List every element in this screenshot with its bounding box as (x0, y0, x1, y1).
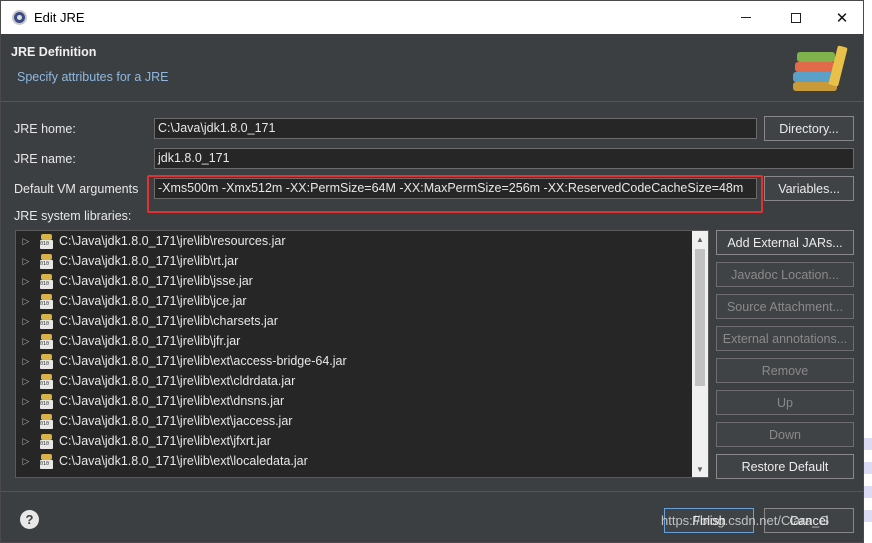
jar-icon (40, 353, 53, 369)
libraries-tree[interactable]: ▷ C:\Java\jdk1.8.0_171\jre\lib\resources.… (15, 230, 709, 478)
expand-chevron-icon[interactable]: ▷ (16, 336, 36, 347)
jar-icon (40, 413, 53, 429)
header-title: JRE Definition (11, 45, 97, 59)
jre-home-label: JRE home: (14, 122, 76, 136)
down-button[interactable]: Down (716, 422, 854, 447)
up-button[interactable]: Up (716, 390, 854, 415)
library-path: C:\Java\jdk1.8.0_171\jre\lib\jce.jar (59, 294, 247, 308)
expand-chevron-icon[interactable]: ▷ (16, 316, 36, 327)
library-books-icon (793, 45, 848, 91)
external-annotations-button[interactable]: External annotations... (716, 326, 854, 351)
library-path: C:\Java\jdk1.8.0_171\jre\lib\jfr.jar (59, 334, 241, 348)
window-title: Edit JRE (34, 10, 85, 25)
title-bar[interactable]: Edit JRE ✕ (1, 1, 863, 34)
expand-chevron-icon[interactable]: ▷ (16, 436, 36, 447)
red-highlight-box (147, 175, 763, 213)
help-icon[interactable]: ? (20, 510, 39, 529)
library-row[interactable]: ▷ C:\Java\jdk1.8.0_171\jre\lib\rt.jar (16, 251, 692, 271)
expand-chevron-icon[interactable]: ▷ (16, 276, 36, 287)
jar-icon (40, 253, 53, 269)
library-path: C:\Java\jdk1.8.0_171\jre\lib\ext\access-… (59, 354, 347, 368)
library-path: C:\Java\jdk1.8.0_171\jre\lib\ext\jaccess… (59, 414, 293, 428)
expand-chevron-icon[interactable]: ▷ (16, 456, 36, 467)
system-libraries-label: JRE system libraries: (14, 209, 132, 223)
watermark-text: https://blog.csdn.net/Clara_G (661, 513, 830, 528)
footer-divider (1, 491, 863, 492)
library-row[interactable]: ▷ C:\Java\jdk1.8.0_171\jre\lib\jfr.jar (16, 331, 692, 351)
background-window-edge (864, 0, 872, 543)
minimize-button[interactable] (723, 1, 769, 34)
header-subtitle: Specify attributes for a JRE (17, 70, 169, 84)
source-attachment-button[interactable]: Source Attachment... (716, 294, 854, 319)
remove-button[interactable]: Remove (716, 358, 854, 383)
vm-arguments-label: Default VM arguments (14, 182, 139, 196)
restore-default-button[interactable]: Restore Default (716, 454, 854, 479)
library-row[interactable]: ▷ C:\Java\jdk1.8.0_171\jre\lib\jsse.jar (16, 271, 692, 291)
scroll-up-icon[interactable]: ▲ (692, 231, 708, 247)
jre-name-field[interactable]: jdk1.8.0_171 (154, 148, 854, 169)
variables-button[interactable]: Variables... (764, 176, 854, 201)
library-path: C:\Java\jdk1.8.0_171\jre\lib\resources.j… (59, 234, 286, 248)
library-row[interactable]: ▷ C:\Java\jdk1.8.0_171\jre\lib\resources.… (16, 231, 692, 251)
expand-chevron-icon[interactable]: ▷ (16, 416, 36, 427)
expand-chevron-icon[interactable]: ▷ (16, 236, 36, 247)
library-path: C:\Java\jdk1.8.0_171\jre\lib\ext\cldrdat… (59, 374, 296, 388)
background-stripe (864, 486, 872, 498)
jar-icon (40, 433, 53, 449)
vertical-scrollbar[interactable]: ▲ ▼ (692, 231, 708, 477)
minimize-icon (741, 17, 751, 18)
maximize-button[interactable] (773, 1, 819, 34)
maximize-icon (791, 12, 801, 23)
jre-home-field[interactable]: C:\Java\jdk1.8.0_171 (154, 118, 757, 139)
library-row[interactable]: ▷ C:\Java\jdk1.8.0_171\jre\lib\ext\dnsns.… (16, 391, 692, 411)
background-stripe (864, 462, 872, 474)
jar-icon (40, 393, 53, 409)
library-row[interactable]: ▷ C:\Java\jdk1.8.0_171\jre\lib\ext\jfxrt.… (16, 431, 692, 451)
library-path: C:\Java\jdk1.8.0_171\jre\lib\ext\dnsns.j… (59, 394, 285, 408)
library-row[interactable]: ▷ C:\Java\jdk1.8.0_171\jre\lib\ext\locale… (16, 451, 692, 471)
close-button[interactable]: ✕ (819, 1, 865, 34)
jar-icon (40, 373, 53, 389)
jar-icon (40, 273, 53, 289)
background-stripe (864, 510, 872, 522)
scroll-down-icon[interactable]: ▼ (692, 461, 708, 477)
add-external-jars-button[interactable]: Add External JARs... (716, 230, 854, 255)
library-row[interactable]: ▷ C:\Java\jdk1.8.0_171\jre\lib\ext\cldrda… (16, 371, 692, 391)
library-row[interactable]: ▷ C:\Java\jdk1.8.0_171\jre\lib\jce.jar (16, 291, 692, 311)
background-stripe (864, 438, 872, 450)
dialog-header: JRE Definition Specify attributes for a … (1, 34, 863, 102)
library-row[interactable]: ▷ C:\Java\jdk1.8.0_171\jre\lib\ext\jacces… (16, 411, 692, 431)
library-path: C:\Java\jdk1.8.0_171\jre\lib\ext\localed… (59, 454, 308, 468)
directory-button[interactable]: Directory... (764, 116, 854, 141)
jar-icon (40, 293, 53, 309)
expand-chevron-icon[interactable]: ▷ (16, 396, 36, 407)
close-icon: ✕ (835, 9, 849, 27)
jar-icon (40, 313, 53, 329)
expand-chevron-icon[interactable]: ▷ (16, 256, 36, 267)
expand-chevron-icon[interactable]: ▷ (16, 376, 36, 387)
expand-chevron-icon[interactable]: ▷ (16, 356, 36, 367)
edit-jre-dialog: Edit JRE ✕ JRE Definition Specify attrib… (0, 0, 864, 543)
javadoc-location-button[interactable]: Javadoc Location... (716, 262, 854, 287)
eclipse-icon (12, 10, 27, 25)
library-row[interactable]: ▷ C:\Java\jdk1.8.0_171\jre\lib\ext\access… (16, 351, 692, 371)
jar-icon (40, 333, 53, 349)
jre-name-label: JRE name: (14, 152, 76, 166)
library-path: C:\Java\jdk1.8.0_171\jre\lib\ext\jfxrt.j… (59, 434, 271, 448)
jar-icon (40, 453, 53, 469)
library-path: C:\Java\jdk1.8.0_171\jre\lib\rt.jar (59, 254, 239, 268)
expand-chevron-icon[interactable]: ▷ (16, 296, 36, 307)
library-row[interactable]: ▷ C:\Java\jdk1.8.0_171\jre\lib\charsets.j… (16, 311, 692, 331)
library-path: C:\Java\jdk1.8.0_171\jre\lib\charsets.ja… (59, 314, 278, 328)
scroll-thumb[interactable] (695, 249, 705, 386)
library-path: C:\Java\jdk1.8.0_171\jre\lib\jsse.jar (59, 274, 253, 288)
jar-icon (40, 233, 53, 249)
